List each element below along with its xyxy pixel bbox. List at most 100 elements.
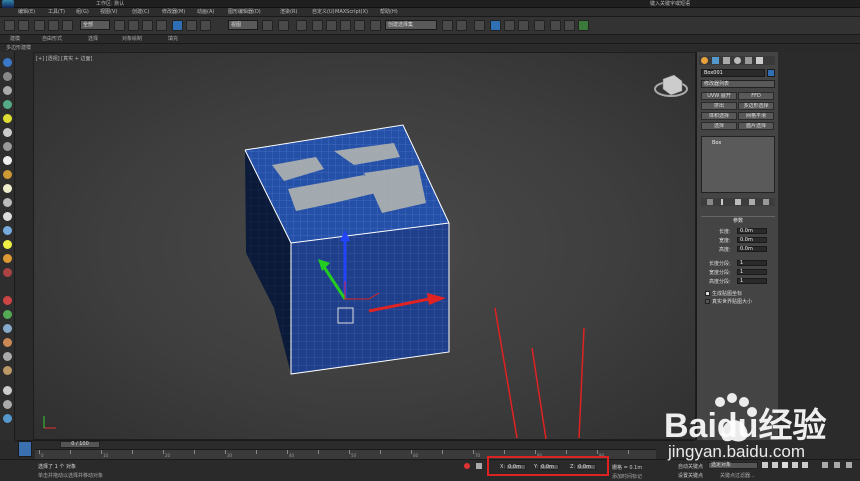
key-filters-button[interactable]: 关键点过滤器...: [720, 472, 755, 479]
tool-icon[interactable]: [3, 86, 12, 95]
time-slider[interactable]: 0 / 100: [60, 441, 100, 448]
width-spinner[interactable]: 0.0m: [737, 237, 767, 243]
render-setup-icon[interactable]: [550, 20, 561, 31]
select-by-name-icon[interactable]: [128, 20, 139, 31]
menu-help[interactable]: 帮助(H): [380, 8, 398, 17]
menu-modifiers[interactable]: 修改器(M): [162, 8, 185, 17]
spinner-snap-icon[interactable]: [354, 20, 365, 31]
length-spinner[interactable]: 0.0m: [737, 228, 767, 234]
window-crossing-icon[interactable]: [156, 20, 167, 31]
align-icon[interactable]: [456, 20, 467, 31]
height-spinner[interactable]: 0.0m: [737, 246, 767, 252]
motion-tab-icon[interactable]: [734, 57, 741, 64]
lock-selection-icon[interactable]: [476, 463, 482, 469]
tool-icon[interactable]: [3, 400, 12, 409]
menu-group[interactable]: 组(G): [76, 8, 89, 17]
menu-customize[interactable]: 自定义(U): [312, 8, 335, 17]
gen-mapping-checkbox[interactable]: [705, 291, 710, 296]
patch-select-button[interactable]: 面片选择: [738, 122, 774, 130]
modify-tab-icon[interactable]: [712, 57, 719, 64]
rendered-frame-icon[interactable]: [564, 20, 575, 31]
remove-modifier-icon[interactable]: [749, 199, 755, 205]
select-manipulate-icon[interactable]: [278, 20, 289, 31]
y-coord-value[interactable]: 0.0m: [539, 464, 560, 470]
pivot-center-icon[interactable]: [262, 20, 273, 31]
snaps-toggle-icon[interactable]: [312, 20, 323, 31]
display-tab-icon[interactable]: [745, 57, 752, 64]
scale-icon[interactable]: [200, 20, 211, 31]
graphite-ribbon-icon[interactable]: [490, 20, 501, 31]
tab-modeling[interactable]: 建模: [10, 35, 20, 44]
modifier-list-dropdown[interactable]: 修改器列表: [701, 80, 775, 88]
undo-icon[interactable]: [4, 20, 15, 31]
region-select-icon[interactable]: [142, 20, 153, 31]
menu-animation[interactable]: 动画(A): [197, 8, 214, 17]
tool-icon[interactable]: [3, 170, 12, 179]
isolate-icon[interactable]: [464, 463, 470, 469]
tab-populate[interactable]: 填充: [168, 35, 178, 44]
perspective-viewport[interactable]: [33, 52, 696, 440]
tool-icon[interactable]: [3, 128, 12, 137]
utilities-tab-icon[interactable]: [756, 57, 763, 64]
workspace-label[interactable]: 工作区: 默认: [96, 0, 124, 8]
reference-coord-dropdown[interactable]: 视图: [228, 20, 258, 30]
object-color-swatch[interactable]: [767, 69, 775, 77]
configure-sets-icon[interactable]: [763, 199, 769, 205]
select-object-icon[interactable]: [114, 20, 125, 31]
tool-icon[interactable]: [3, 386, 12, 395]
tool-icon[interactable]: [3, 268, 12, 277]
width-segs-spinner[interactable]: 1: [737, 269, 767, 275]
tool-icon[interactable]: [3, 212, 12, 221]
meshsmooth-button[interactable]: 网格平滑: [738, 112, 774, 120]
tool-icon[interactable]: [3, 296, 12, 305]
mirror-icon[interactable]: [442, 20, 453, 31]
select-button[interactable]: 选择: [701, 122, 737, 130]
modifier-stack-list[interactable]: Box: [701, 136, 775, 193]
pin-stack-icon[interactable]: [707, 199, 713, 205]
tool-icon[interactable]: [3, 324, 12, 333]
curve-editor-icon[interactable]: [504, 20, 515, 31]
tool-icon[interactable]: [3, 58, 12, 67]
menu-tools[interactable]: 工具(T): [48, 8, 65, 17]
menu-graph-editors[interactable]: 图形编辑器(D): [228, 8, 261, 17]
poly-select-button[interactable]: 多边形选择: [738, 102, 774, 110]
tool-icon[interactable]: [3, 114, 12, 123]
app-logo-icon[interactable]: [2, 0, 14, 8]
tool-icon[interactable]: [3, 366, 12, 375]
angle-snap-icon[interactable]: [326, 20, 337, 31]
menu-view[interactable]: 视图(V): [100, 8, 117, 17]
set-key-label[interactable]: 设置关键点: [678, 472, 703, 479]
poly-modeling-label[interactable]: 多边形建模: [6, 44, 31, 52]
object-name-field[interactable]: Box001: [701, 69, 765, 77]
menu-create[interactable]: 创建(C): [132, 8, 149, 17]
ffd-button[interactable]: FFD: [738, 92, 774, 100]
show-end-result-icon[interactable]: [721, 199, 723, 205]
make-unique-icon[interactable]: [735, 199, 741, 205]
z-coord[interactable]: Z: 0.0m: [570, 464, 597, 470]
tool-icon[interactable]: [3, 254, 12, 263]
tool-icon[interactable]: [3, 184, 12, 193]
layer-manager-icon[interactable]: [474, 20, 485, 31]
tool-icon[interactable]: [3, 226, 12, 235]
add-time-tag[interactable]: 添加时间标记: [612, 473, 642, 480]
stack-item-box[interactable]: Box: [712, 140, 721, 146]
parameters-rollout-title[interactable]: 参数: [701, 216, 775, 224]
redo-icon[interactable]: [18, 20, 29, 31]
mini-listener-icon[interactable]: [18, 441, 32, 457]
tool-icon[interactable]: [3, 338, 12, 347]
real-world-checkbox[interactable]: [705, 299, 710, 304]
x-coord-value[interactable]: 0.0m: [506, 464, 527, 470]
tool-icon[interactable]: [3, 352, 12, 361]
height-segs-spinner[interactable]: 1: [737, 278, 767, 284]
tool-icon[interactable]: [3, 156, 12, 165]
named-selection-dropdown[interactable]: 创建选择集: [385, 20, 437, 30]
percent-snap-icon[interactable]: [340, 20, 351, 31]
schematic-view-icon[interactable]: [518, 20, 529, 31]
extrude-button[interactable]: 挤出: [701, 102, 737, 110]
y-coord[interactable]: Y: 0.0m: [534, 464, 560, 470]
keyboard-shortcut-icon[interactable]: [296, 20, 307, 31]
render-production-icon[interactable]: [578, 20, 589, 31]
edit-named-selection-icon[interactable]: [370, 20, 381, 31]
tab-object-paint[interactable]: 对象绘制: [122, 35, 142, 44]
create-tab-icon[interactable]: [701, 57, 708, 64]
